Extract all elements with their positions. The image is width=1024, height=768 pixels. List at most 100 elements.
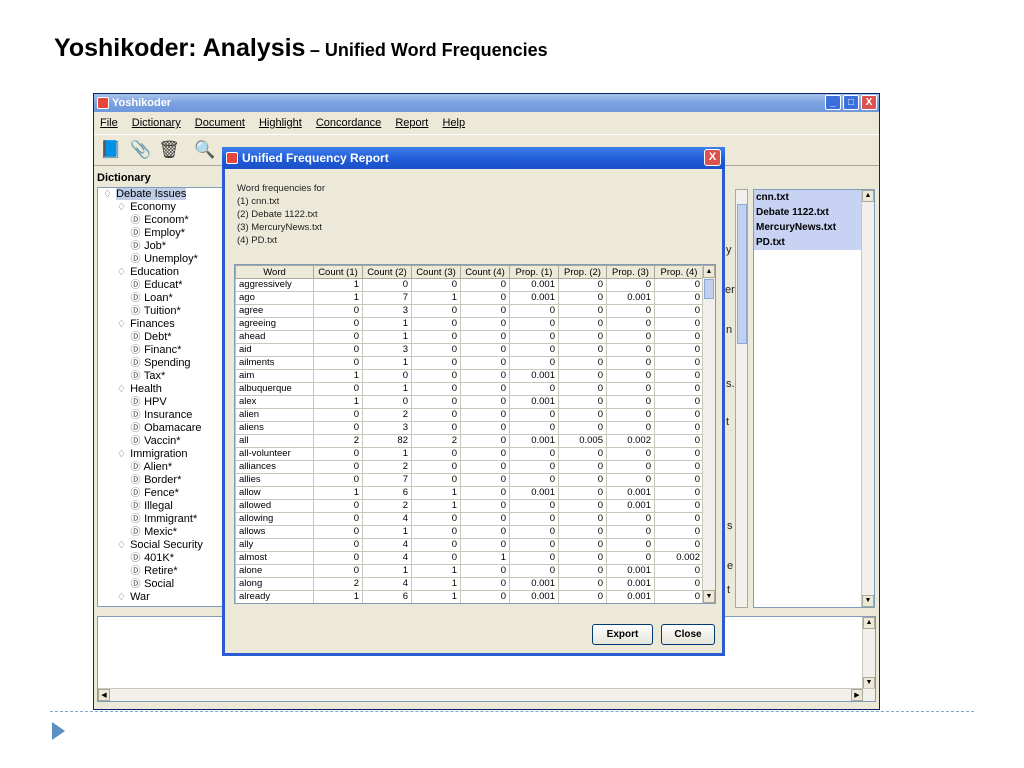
table-row[interactable]: allow 1 6 1 0 0.001 0 0.001 0 bbox=[235, 486, 704, 500]
table-row[interactable]: ailments 0 1 0 0 0 0 0 0 bbox=[235, 356, 704, 370]
tree-node[interactable]: Ⓓ Immigrant* bbox=[98, 513, 226, 526]
tree-node[interactable]: Ⓓ Unemploy* bbox=[98, 253, 226, 266]
add-document-icon[interactable]: 📎 bbox=[130, 139, 152, 161]
menu-concordance[interactable]: Concordance bbox=[316, 117, 381, 129]
column-header[interactable]: Count (3) bbox=[411, 265, 461, 279]
tree-node[interactable]: Ⓓ Social bbox=[98, 578, 226, 591]
table-row[interactable]: along 2 4 1 0 0.001 0 0.001 0 bbox=[235, 577, 704, 591]
tree-node[interactable]: Ⓓ Fence* bbox=[98, 487, 226, 500]
document-item[interactable]: Debate 1122.txt bbox=[754, 205, 874, 220]
table-row[interactable]: agree 0 3 0 0 0 0 0 0 bbox=[235, 304, 704, 318]
table-row[interactable]: alex 1 0 0 0 0.001 0 0 0 bbox=[235, 395, 704, 409]
menu-help[interactable]: Help bbox=[442, 117, 465, 129]
trash-icon[interactable]: 🗑 bbox=[158, 139, 180, 161]
tree-node[interactable]: ♢ Economy bbox=[98, 201, 226, 214]
menu-report[interactable]: Report bbox=[395, 117, 428, 129]
window-titlebar[interactable]: Yoshikoder _ □ X bbox=[94, 94, 879, 112]
table-row[interactable]: ahead 0 1 0 0 0 0 0 0 bbox=[235, 330, 704, 344]
tree-node[interactable]: Ⓓ Illegal bbox=[98, 500, 226, 513]
tree-node[interactable]: Ⓓ 401K* bbox=[98, 552, 226, 565]
tree-node[interactable]: ♢ Social Security bbox=[98, 539, 226, 552]
table-row[interactable]: already 1 6 1 0 0.001 0 0.001 0 bbox=[235, 590, 704, 603]
column-header[interactable]: Prop. (1) bbox=[509, 265, 559, 279]
tree-node[interactable]: ♢ Debate Issues bbox=[98, 188, 226, 201]
column-header[interactable]: Count (2) bbox=[362, 265, 412, 279]
column-header[interactable]: Prop. (2) bbox=[558, 265, 607, 279]
table-row[interactable]: all-volunteer 0 1 0 0 0 0 0 0 bbox=[235, 447, 704, 461]
table-row[interactable]: allowing 0 4 0 0 0 0 0 0 bbox=[235, 512, 704, 526]
tree-node[interactable]: Ⓓ Educat* bbox=[98, 279, 226, 292]
column-header[interactable]: Word bbox=[235, 265, 314, 279]
table-row[interactable]: almost 0 4 0 1 0 0 0 0.002 bbox=[235, 551, 704, 565]
tree-node[interactable]: Ⓓ Border* bbox=[98, 474, 226, 487]
tree-node[interactable]: ♢ War bbox=[98, 591, 226, 604]
document-item[interactable]: cnn.txt bbox=[754, 190, 874, 205]
open-dictionary-icon[interactable]: 📘 bbox=[100, 139, 122, 161]
table-row[interactable]: aid 0 3 0 0 0 0 0 0 bbox=[235, 343, 704, 357]
table-row[interactable]: allows 0 1 0 0 0 0 0 0 bbox=[235, 525, 704, 539]
table-row[interactable]: alone 0 1 1 0 0 0 0.001 0 bbox=[235, 564, 704, 578]
table-row[interactable]: allowed 0 2 1 0 0 0 0.001 0 bbox=[235, 499, 704, 513]
table-row[interactable]: ago 1 7 1 0 0.001 0 0.001 0 bbox=[235, 291, 704, 305]
tree-node[interactable]: Ⓓ Insurance bbox=[98, 409, 226, 422]
dialog-close-icon[interactable]: X bbox=[704, 149, 721, 166]
tree-node[interactable]: Ⓓ Obamacare bbox=[98, 422, 226, 435]
table-row[interactable]: aliens 0 3 0 0 0 0 0 0 bbox=[235, 421, 704, 435]
scroll-right-icon[interactable]: ▶ bbox=[851, 689, 863, 701]
menu-file[interactable]: File bbox=[100, 117, 118, 129]
column-header[interactable]: Count (4) bbox=[460, 265, 510, 279]
document-item[interactable]: MercuryNews.txt bbox=[754, 220, 874, 235]
tree-node[interactable]: ♢ Immigration bbox=[98, 448, 226, 461]
tree-node[interactable]: ♢ Health bbox=[98, 383, 226, 396]
document-item[interactable]: PD.txt bbox=[754, 235, 874, 250]
table-row[interactable]: aim 1 0 0 0 0.001 0 0 0 bbox=[235, 369, 704, 383]
table-row[interactable]: alien 0 2 0 0 0 0 0 0 bbox=[235, 408, 704, 422]
tree-node[interactable]: Ⓓ Financ* bbox=[98, 344, 226, 357]
maximize-button[interactable]: □ bbox=[843, 95, 859, 110]
tree-node[interactable]: Ⓓ Mexic* bbox=[98, 526, 226, 539]
scroll-up-icon[interactable]: ▲ bbox=[863, 617, 875, 629]
tree-node[interactable]: Ⓓ Econom* bbox=[98, 214, 226, 227]
menu-dictionary[interactable]: Dictionary bbox=[132, 117, 181, 129]
scroll-up-icon[interactable]: ▲ bbox=[862, 190, 874, 202]
menu-highlight[interactable]: Highlight bbox=[259, 117, 302, 129]
column-header[interactable]: Prop. (4) bbox=[654, 265, 704, 279]
tree-node[interactable]: Ⓓ Loan* bbox=[98, 292, 226, 305]
concordance-hscroll[interactable]: ◀ ▶ bbox=[98, 688, 875, 701]
scroll-left-icon[interactable]: ◀ bbox=[98, 689, 110, 701]
tree-node[interactable]: Ⓓ Tuition* bbox=[98, 305, 226, 318]
table-row[interactable]: ally 0 4 0 0 0 0 0 0 bbox=[235, 538, 704, 552]
tree-node[interactable]: ♢ Education bbox=[98, 266, 226, 279]
scroll-thumb[interactable] bbox=[704, 279, 714, 299]
concordance-vscroll[interactable]: ▲ ▼ bbox=[862, 617, 875, 689]
table-row[interactable]: all 2 82 2 0 0.001 0.005 0.002 0 bbox=[235, 434, 704, 448]
tree-node[interactable]: Ⓓ Employ* bbox=[98, 227, 226, 240]
tree-node[interactable]: Ⓓ Alien* bbox=[98, 461, 226, 474]
tree-node[interactable]: Ⓓ Job* bbox=[98, 240, 226, 253]
table-row[interactable]: aggressively 1 0 0 0 0.001 0 0 0 bbox=[235, 278, 704, 292]
scroll-up-icon[interactable]: ▲ bbox=[703, 265, 715, 278]
scroll-down-icon[interactable]: ▼ bbox=[862, 595, 874, 607]
table-row[interactable]: agreeing 0 1 0 0 0 0 0 0 bbox=[235, 317, 704, 331]
document-list-scrollbar[interactable]: ▲ ▼ bbox=[861, 190, 874, 607]
close-button[interactable]: Close bbox=[661, 624, 715, 645]
window-close-button[interactable]: X bbox=[861, 95, 877, 110]
tree-node[interactable]: Ⓓ HPV bbox=[98, 396, 226, 409]
search-icon[interactable]: 🔍 bbox=[194, 139, 216, 161]
tree-node[interactable]: Ⓓ Vaccin* bbox=[98, 435, 226, 448]
export-button[interactable]: Export bbox=[592, 624, 653, 645]
column-header[interactable]: Prop. (3) bbox=[606, 265, 655, 279]
minimize-button[interactable]: _ bbox=[825, 95, 841, 110]
tree-node[interactable]: Ⓓ Tax* bbox=[98, 370, 226, 383]
menu-document[interactable]: Document bbox=[195, 117, 245, 129]
dialog-titlebar[interactable]: Unified Frequency Report X bbox=[222, 147, 725, 169]
table-scrollbar[interactable]: ▲ ▼ bbox=[702, 265, 715, 603]
table-row[interactable]: alliances 0 2 0 0 0 0 0 0 bbox=[235, 460, 704, 474]
scroll-down-icon[interactable]: ▼ bbox=[703, 590, 715, 603]
tree-node[interactable]: Ⓓ Debt* bbox=[98, 331, 226, 344]
tree-node[interactable]: Ⓓ Spending bbox=[98, 357, 226, 370]
document-scrollbar[interactable] bbox=[735, 189, 748, 608]
column-header[interactable]: Count (1) bbox=[313, 265, 363, 279]
table-row[interactable]: albuquerque 0 1 0 0 0 0 0 0 bbox=[235, 382, 704, 396]
tree-node[interactable]: Ⓓ Retire* bbox=[98, 565, 226, 578]
